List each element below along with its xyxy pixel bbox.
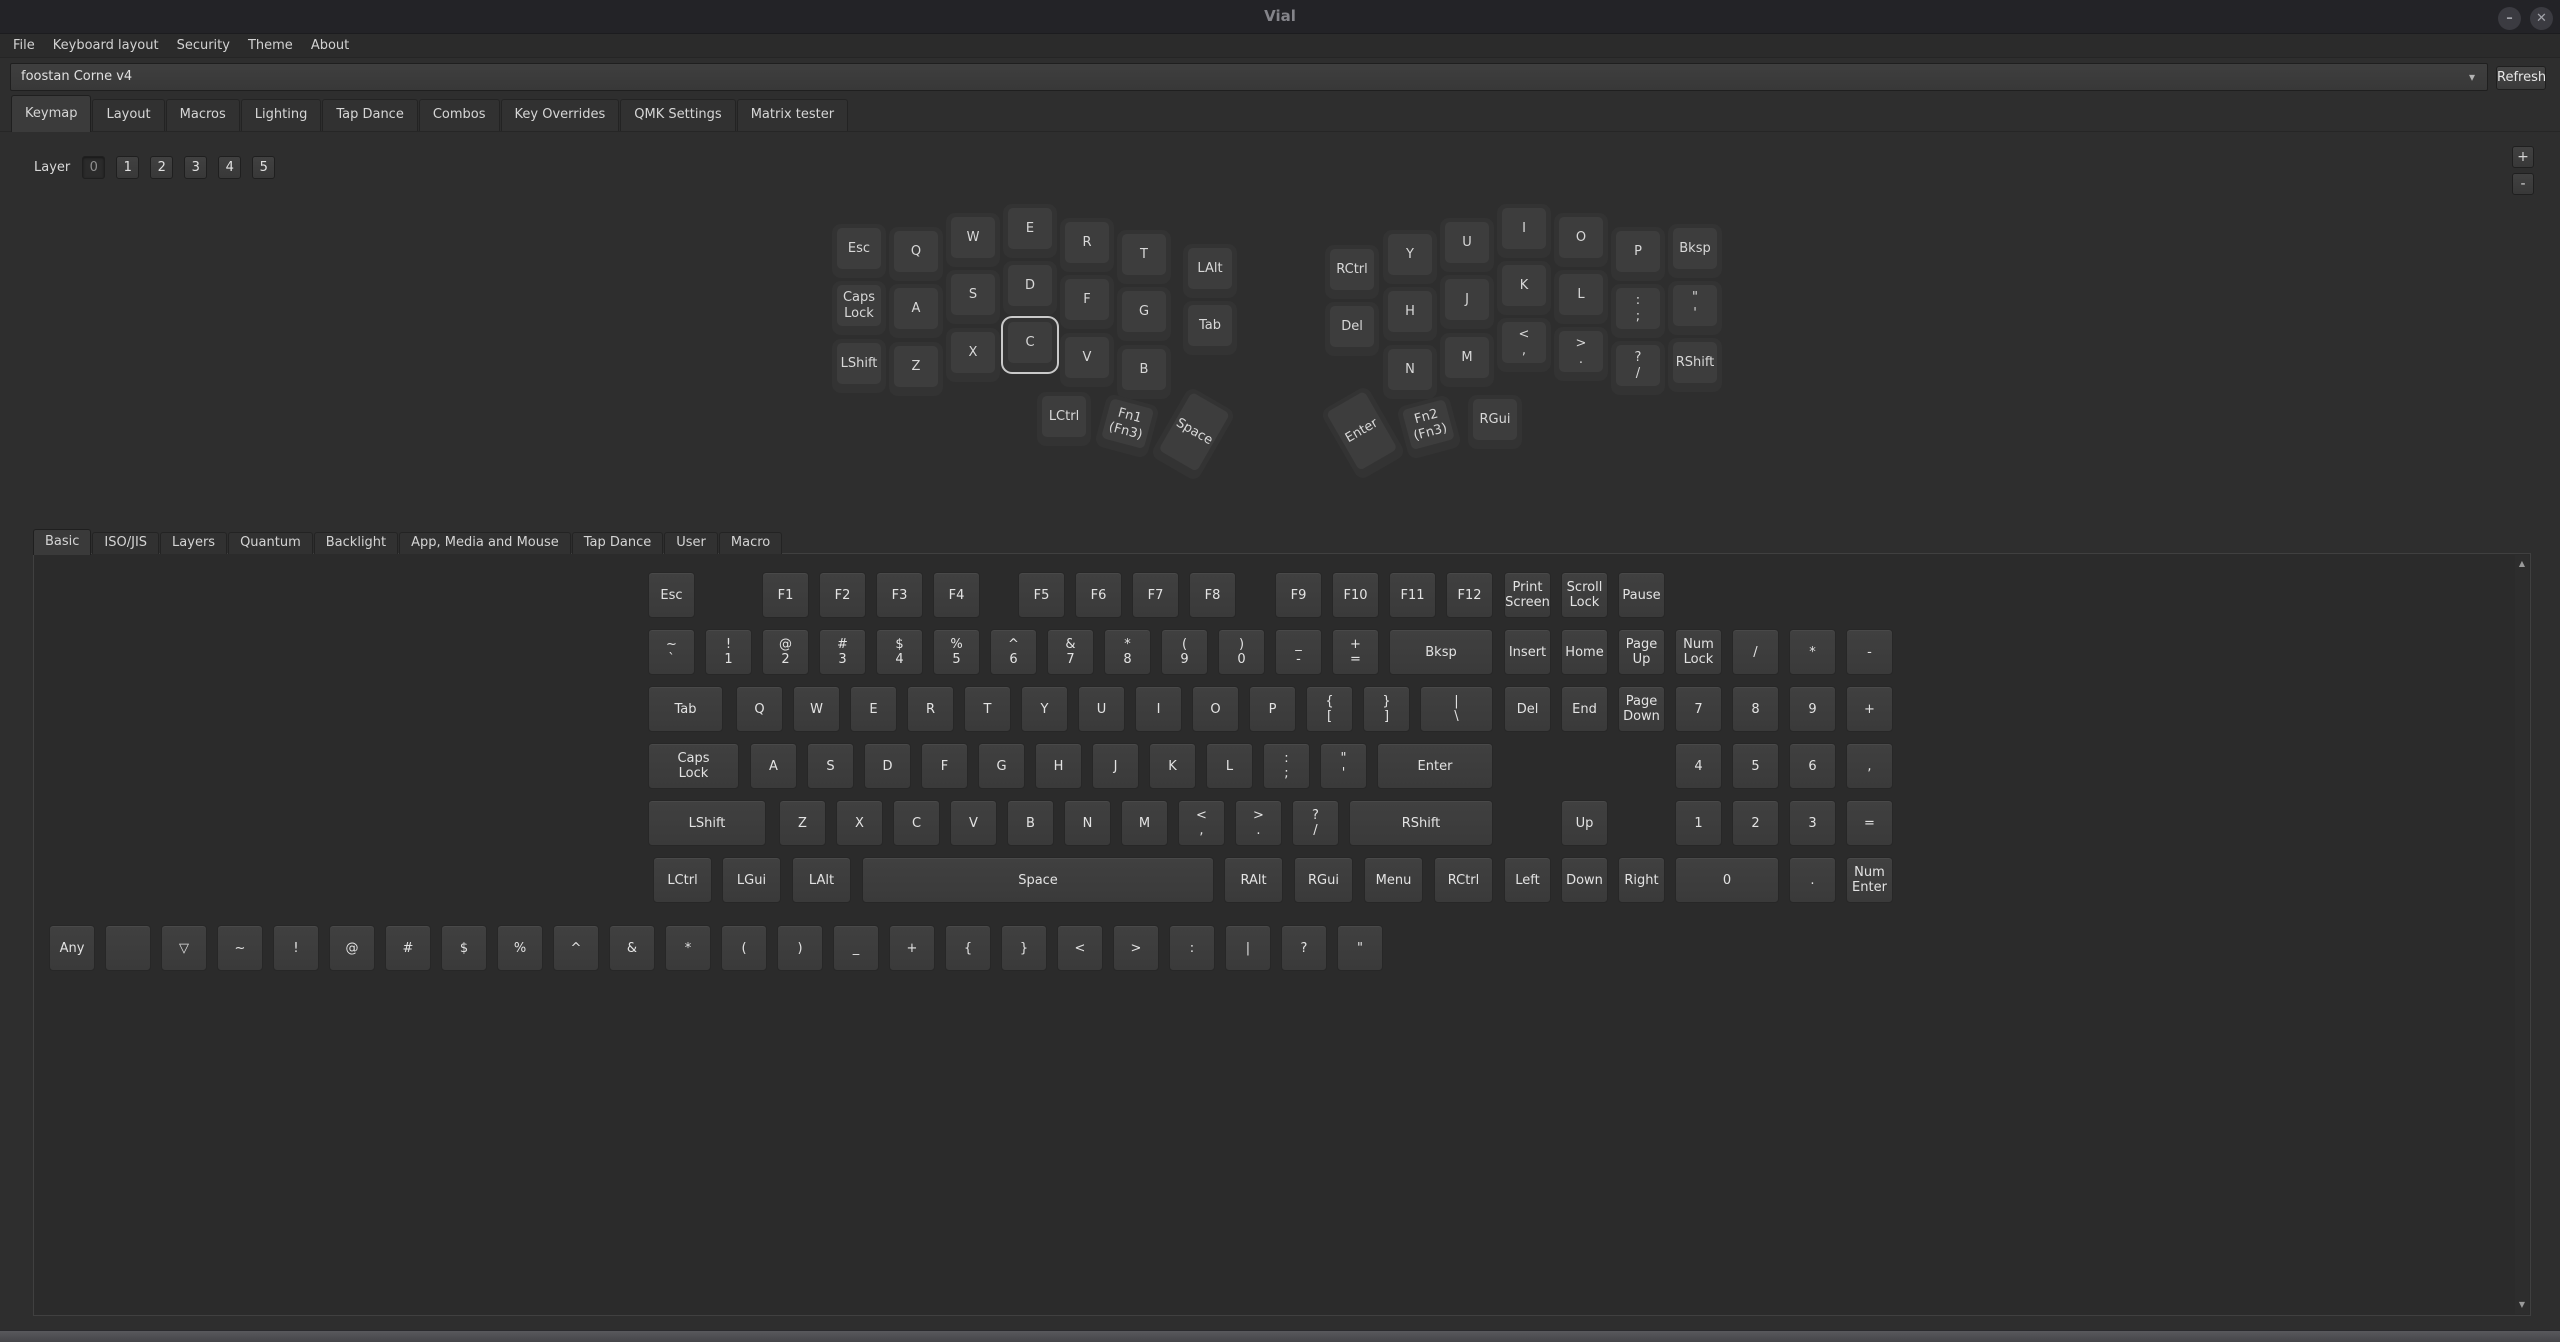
extra-key-key-3[interactable]: ~ (217, 925, 263, 971)
key-label: ^ (571, 941, 582, 956)
extra-key-key-13[interactable]: ) (777, 925, 823, 971)
picker-tab-quantum[interactable]: Quantum (228, 532, 313, 554)
key-label: # (403, 941, 414, 956)
extra-key-key-17[interactable]: } (1001, 925, 1047, 971)
key-label: { (964, 941, 972, 956)
key-label: " (1357, 941, 1363, 956)
key-label: + (907, 941, 918, 956)
key-label: % (514, 941, 526, 956)
scroll-down-icon[interactable]: ▼ (2515, 1298, 2529, 1312)
key-label: ! (293, 941, 298, 956)
key-label: < (1075, 941, 1086, 956)
tab-keymap[interactable]: Keymap (11, 95, 91, 132)
tab-label: App, Media and Mouse (411, 535, 559, 550)
vial-window: Vial – ✕ FileKeyboard layoutSecurityThem… (0, 0, 2560, 1342)
picker-tab-macro[interactable]: Macro (719, 532, 782, 554)
extra-key-key-8[interactable]: % (497, 925, 543, 971)
extra-key-key-15[interactable]: + (889, 925, 935, 971)
key-label: * (685, 941, 692, 956)
extra-key-key-5[interactable]: @ (329, 925, 375, 971)
key-label: & (627, 941, 637, 956)
picker-tab-iso-jis[interactable]: ISO/JIS (92, 532, 159, 554)
key-label: : (1190, 941, 1194, 956)
picker-tab-bar: Basic ISO/JIS Layers Quantum Backlight App, M… (33, 529, 783, 554)
extra-key-key-10[interactable]: & (609, 925, 655, 971)
extra-key-key-20[interactable]: : (1169, 925, 1215, 971)
key-label: ) (797, 941, 802, 956)
key-label: ▽ (179, 941, 189, 956)
tab-label: Basic (45, 534, 79, 549)
tab-label: Macro (731, 535, 770, 550)
picker-tab-basic[interactable]: Basic (33, 529, 91, 555)
key-label: @ (346, 941, 359, 956)
scroll-up-icon[interactable]: ▲ (2515, 557, 2529, 571)
key-label: ~ (235, 941, 246, 956)
picker-tab-user[interactable]: User (664, 532, 718, 554)
tab-label: Backlight (326, 535, 386, 550)
extra-key-key-7[interactable]: $ (441, 925, 487, 971)
extra-key-any[interactable]: Any (49, 925, 95, 971)
extra-key-key-16[interactable]: { (945, 925, 991, 971)
tab-label: Layers (172, 535, 215, 550)
extra-key-key-9[interactable]: ^ (553, 925, 599, 971)
extra-key-key-4[interactable]: ! (273, 925, 319, 971)
key-label: } (1020, 941, 1028, 956)
picker-tab-app-media-and-mouse[interactable]: App, Media and Mouse (399, 532, 571, 554)
picker-tab-layers[interactable]: Layers (160, 532, 227, 554)
extra-key-key-6[interactable]: # (385, 925, 431, 971)
tab-label: User (676, 535, 706, 550)
extra-key-key-23[interactable]: " (1337, 925, 1383, 971)
picker-extra-row: Any ▽ ~! @ # $% ^ & * () _ + {} < >: |? " (0, 0, 2560, 1342)
extra-key-key-12[interactable]: ( (721, 925, 767, 971)
tab-label: ISO/JIS (104, 535, 147, 550)
extra-key-key-1[interactable] (105, 925, 151, 971)
key-label: $ (460, 941, 468, 956)
extra-key-key-19[interactable]: > (1113, 925, 1159, 971)
extra-key-key-22[interactable]: ? (1281, 925, 1327, 971)
extra-key-key-11[interactable]: * (665, 925, 711, 971)
extra-key-key-14[interactable]: _ (833, 925, 879, 971)
extra-key-key-21[interactable]: | (1225, 925, 1271, 971)
key-label: ? (1301, 941, 1308, 956)
picker-scrollbar[interactable]: ▲ ▼ (2515, 555, 2529, 1314)
picker-tab-backlight[interactable]: Backlight (314, 532, 398, 554)
key-label: ( (741, 941, 746, 956)
extra-key-key-2[interactable]: ▽ (161, 925, 207, 971)
extra-key-key-18[interactable]: < (1057, 925, 1103, 971)
key-label: _ (853, 941, 860, 956)
tab-label: Keymap (25, 106, 77, 121)
picker-tab-tap-dance[interactable]: Tap Dance (572, 532, 664, 554)
key-label: | (1246, 941, 1250, 956)
key-label: > (1131, 941, 1142, 956)
tab-label: Tap Dance (584, 535, 652, 550)
key-label: Any (60, 941, 85, 956)
tab-label: Quantum (240, 535, 301, 550)
window-bottom-edge (0, 1330, 2560, 1342)
